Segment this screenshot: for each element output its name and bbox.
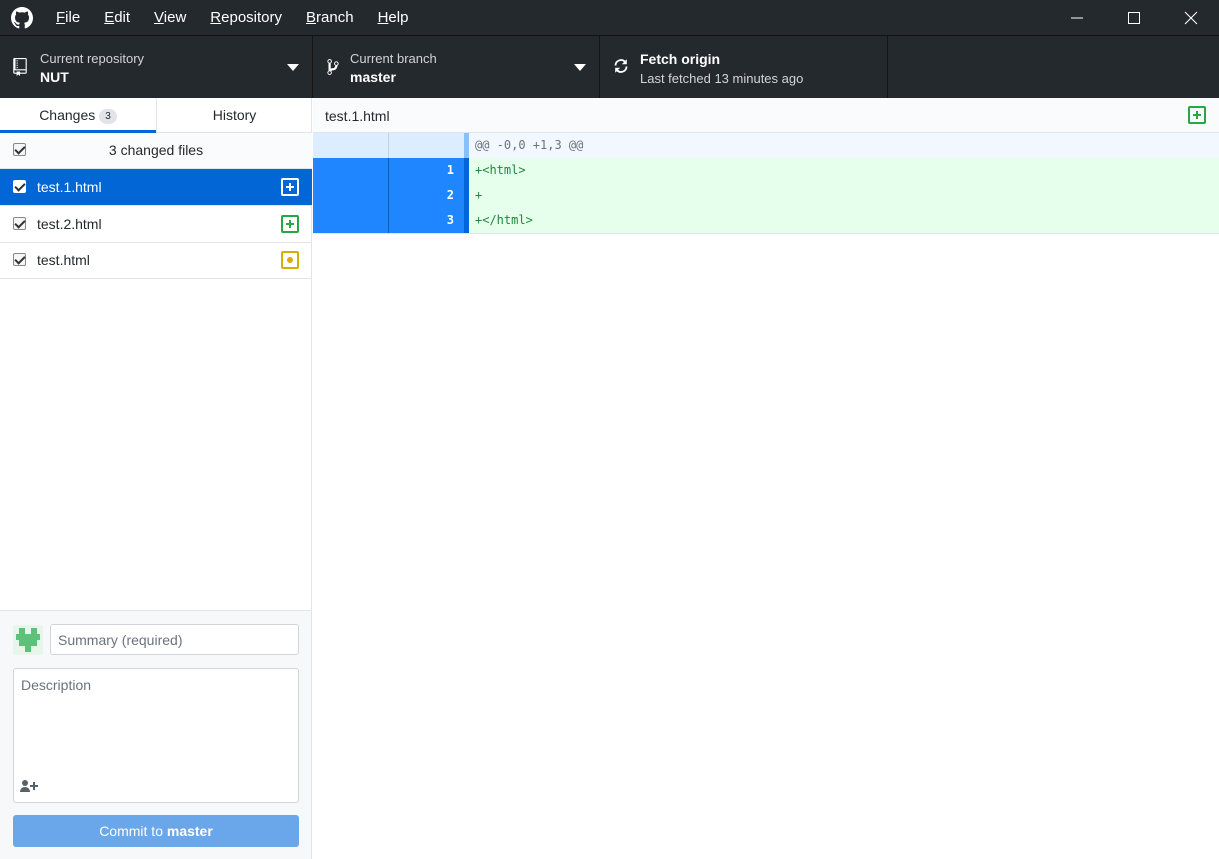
minimize-button[interactable] (1048, 0, 1105, 35)
file-name: test.1.html (37, 179, 102, 195)
changed-files-header: 3 changed files (0, 133, 312, 169)
hunk-handle[interactable] (464, 133, 469, 158)
file-include-checkbox[interactable] (13, 253, 26, 266)
add-coauthor-icon[interactable] (20, 779, 38, 793)
menu-branch-accesskey: B (306, 9, 317, 26)
git-branch-icon (327, 59, 339, 75)
diff-hunk-header[interactable]: @@ -0,0 +1,3 @@ (313, 133, 1219, 158)
menu-help[interactable]: Help (366, 0, 421, 35)
menu-repository[interactable]: Repository (198, 0, 294, 35)
file-include-checkbox[interactable] (13, 217, 26, 230)
menu-view[interactable]: View (142, 0, 198, 35)
close-button[interactable] (1162, 0, 1219, 35)
commit-button-prefix: Commit to (99, 823, 167, 839)
new-line-number: 3 (389, 208, 464, 233)
menu-edit-label: dit (114, 9, 131, 26)
toolbar: Current repository NUT Current branch ma… (0, 35, 1219, 98)
menu-edit[interactable]: Edit (92, 0, 142, 35)
new-line-number: 1 (389, 158, 464, 183)
fetch-origin-button[interactable]: Fetch origin Last fetched 13 minutes ago (600, 36, 888, 98)
tab-changes[interactable]: Changes 3 (0, 98, 156, 133)
file-name: test.2.html (37, 216, 102, 232)
new-line-number: 2 (389, 183, 464, 208)
commit-button[interactable]: Commit to master (13, 815, 299, 847)
maximize-button[interactable] (1105, 0, 1162, 35)
file-list-item[interactable]: test.html (0, 242, 312, 279)
commit-button-branch: master (166, 823, 213, 839)
file-list-item[interactable]: test.2.html (0, 206, 312, 243)
diff-file-path: test.1.html (325, 108, 390, 124)
sidebar-tabs: Changes 3 History (0, 98, 312, 133)
line-selection-bar[interactable] (464, 208, 469, 233)
menu-repository-accesskey: R (210, 9, 222, 26)
menu-bar: File Edit View Repository Branch Help (44, 0, 420, 35)
repository-label: Current repository (40, 51, 145, 66)
old-line-gutter (313, 208, 389, 233)
menu-view-accesskey: V (154, 9, 164, 26)
changes-sidebar: Changes 3 History 3 changed files test.1.… (0, 98, 312, 859)
sync-icon (614, 59, 628, 73)
github-logo-icon[interactable] (11, 7, 33, 29)
diff-line-text: + (475, 188, 483, 202)
file-modified-icon (281, 251, 299, 269)
close-icon (1184, 11, 1197, 24)
branch-name: master (350, 69, 396, 85)
line-selection-bar[interactable] (464, 183, 469, 208)
diff-added-line[interactable]: 2 + (313, 183, 1219, 208)
menu-file-label: ile (65, 9, 81, 26)
menu-edit-accesskey: E (104, 9, 115, 26)
file-added-icon (281, 178, 299, 196)
repository-name: NUT (40, 69, 69, 85)
commit-description-input[interactable] (14, 669, 298, 774)
avatar (13, 625, 43, 655)
window-controls (1048, 0, 1219, 35)
menu-repository-label: epository (221, 9, 283, 26)
new-line-gutter (389, 133, 464, 158)
commit-panel: Commit to master (0, 610, 311, 859)
file-name: test.html (37, 252, 90, 268)
diff-line-text: +</html> (475, 213, 533, 227)
menu-help-accesskey: H (377, 9, 389, 26)
diff-line-text: +<html> (475, 163, 526, 177)
maximize-icon (1127, 11, 1140, 24)
file-added-icon (1188, 106, 1206, 124)
hunk-header-text: @@ -0,0 +1,3 @@ (475, 138, 584, 152)
menu-help-label: elp (388, 9, 409, 26)
commit-summary-input[interactable] (50, 624, 299, 655)
branch-label: Current branch (350, 51, 437, 66)
tab-history-label: History (212, 107, 257, 123)
file-include-checkbox[interactable] (13, 180, 26, 193)
menu-file-accesskey: F (56, 9, 66, 26)
old-line-gutter (313, 133, 389, 158)
menu-branch-label: ranch (316, 9, 354, 26)
menu-branch[interactable]: Branch (294, 0, 366, 35)
diff-view: @@ -0,0 +1,3 @@ 1 +<html> 2 + 3 +</html> (313, 133, 1219, 233)
line-selection-bar[interactable] (464, 158, 469, 183)
changed-files-count: 3 changed files (108, 142, 204, 158)
menu-file[interactable]: File (44, 0, 92, 35)
diff-divider (313, 233, 1219, 234)
changes-count-badge: 3 (99, 109, 117, 124)
commit-description-box (13, 668, 299, 803)
fetch-label: Fetch origin (640, 51, 721, 67)
current-repository-button[interactable]: Current repository NUT (0, 36, 313, 98)
diff-header: test.1.html (313, 98, 1219, 133)
tab-changes-label: Changes (39, 107, 96, 123)
file-added-icon (281, 215, 299, 233)
old-line-gutter (313, 158, 389, 183)
old-line-gutter (313, 183, 389, 208)
menu-view-label: iew (163, 9, 187, 26)
repo-icon (13, 58, 27, 76)
file-list-item[interactable]: test.1.html (0, 169, 312, 206)
chevron-down-icon (574, 64, 586, 71)
minimize-icon (1070, 17, 1083, 18)
diff-added-line[interactable]: 1 +<html> (313, 158, 1219, 183)
current-branch-button[interactable]: Current branch master (313, 36, 600, 98)
tab-history[interactable]: History (156, 98, 312, 133)
title-bar: File Edit View Repository Branch Help (0, 0, 1219, 35)
chevron-down-icon (287, 64, 299, 71)
diff-added-line[interactable]: 3 +</html> (313, 208, 1219, 233)
identicon-icon (13, 625, 43, 655)
fetch-detail: Last fetched 13 minutes ago (640, 71, 804, 86)
